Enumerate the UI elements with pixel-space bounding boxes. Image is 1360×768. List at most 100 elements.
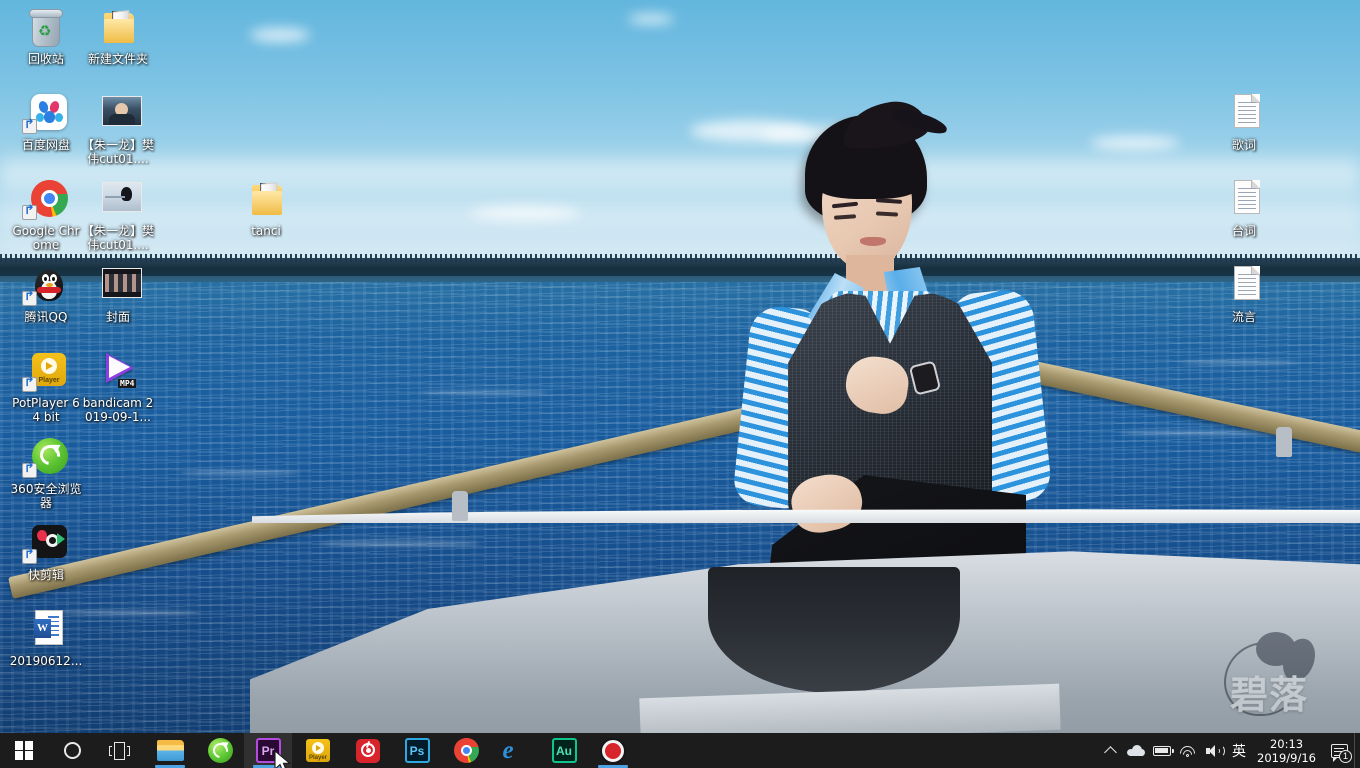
icon-glyph: ♻	[22, 6, 70, 50]
tencent-qq-icon	[34, 265, 64, 303]
folder-icon	[252, 182, 282, 216]
desktop-icon-tencent-qq[interactable]: 腾讯QQ	[8, 264, 84, 324]
folder-icon	[104, 10, 134, 44]
taskbar-button-browser-360[interactable]	[196, 733, 244, 768]
cortana-circle-icon	[63, 742, 81, 759]
360-browser-icon	[32, 438, 68, 474]
desktop-icon-label: 新建文件夹	[87, 52, 148, 66]
taskbar-button-cortana[interactable]	[48, 733, 96, 768]
desktop-icon-label: 20190612...	[9, 654, 83, 668]
chevron-up-icon[interactable]	[1097, 733, 1123, 768]
water-highlight	[420, 390, 550, 395]
icon-glyph	[94, 6, 142, 50]
icon-glyph	[22, 436, 70, 480]
desktop-icon-label: 【朱一龙】樊伟cut01....	[81, 224, 154, 252]
clock-time: 20:13	[1269, 736, 1304, 751]
speaker-icon[interactable]	[1201, 733, 1227, 768]
windows-logo-icon	[14, 741, 34, 760]
cloud-icon[interactable]	[1123, 733, 1149, 768]
desktop-icon-label: Google Chrome	[12, 224, 80, 252]
desktop-icon-label: 360安全浏览器	[10, 482, 82, 510]
cloud-shape	[250, 28, 310, 42]
mp4-video-icon: MP4	[104, 352, 142, 388]
icon-glyph: Player	[22, 350, 70, 394]
text-file-icon	[1234, 94, 1260, 128]
text-file-icon	[1234, 180, 1260, 214]
desktop-icon-label: 回收站	[27, 52, 64, 66]
taskbar-button-start[interactable]	[0, 733, 48, 768]
ime-label: 英	[1232, 743, 1247, 760]
audition-icon: Au	[551, 738, 577, 763]
360-browser-icon	[207, 738, 233, 763]
taskbar-button-task-view[interactable]	[96, 733, 144, 768]
desktop-icon-potplayer[interactable]: Player PotPlayer 64 bit	[8, 350, 84, 424]
shortcut-overlay-icon	[22, 119, 37, 134]
desktop-icon-cover-image[interactable]: 封面	[80, 264, 156, 324]
desktop-icon-video-cut-1[interactable]: 【朱一龙】樊伟cut01....	[80, 92, 156, 166]
shortcut-overlay-icon	[22, 291, 37, 306]
potplayer-icon: Player	[306, 739, 330, 762]
taskbar-button-file-explorer[interactable]	[146, 733, 194, 768]
icon-glyph	[94, 92, 142, 136]
notification-badge: 1	[1339, 750, 1352, 763]
netease-music-icon	[356, 738, 380, 763]
taskbar-button-edge[interactable]: e	[491, 733, 539, 768]
desktop-icon-label: PotPlayer 64 bit	[12, 396, 80, 424]
icon-glyph	[94, 178, 142, 222]
desktop-icon-google-chrome[interactable]: Google Chrome	[8, 178, 84, 252]
desktop-icon-label: 歌词	[1231, 138, 1256, 152]
taskbar-button-netease-music[interactable]	[344, 733, 392, 768]
photoshop-icon: Ps	[404, 738, 430, 763]
desktop-icon-bandicam-video[interactable]: MP4 bandicam 2019-09-1...	[80, 350, 156, 424]
desktop-icon-baidu-netdisk[interactable]: 百度网盘	[8, 92, 84, 152]
watermark-text: 碧落	[1230, 673, 1309, 717]
desktop-icon-browser-360[interactable]: 360安全浏览器	[8, 436, 84, 510]
desktop-icon-label: 流言	[1231, 310, 1256, 324]
desktop-icon-rumor-txt[interactable]: 流言	[1206, 264, 1282, 324]
clock[interactable]: 20:13 2019/9/16	[1251, 737, 1324, 765]
desktop-icon-video-cut-2[interactable]: 【朱一龙】樊伟cut01....	[80, 178, 156, 252]
shortcut-overlay-icon	[22, 549, 37, 564]
wifi-icon[interactable]	[1175, 733, 1201, 768]
icon-glyph	[1220, 92, 1268, 136]
desktop-icon-label: 腾讯QQ	[24, 310, 68, 324]
video-thumbnail-icon	[102, 182, 142, 212]
battery-icon[interactable]	[1149, 733, 1175, 768]
ime-indicator[interactable]: 英	[1227, 733, 1251, 768]
icon-glyph: MP4	[94, 350, 142, 394]
shortcut-overlay-icon	[22, 377, 37, 392]
desktop-wallpaper[interactable]: 碧落	[0, 0, 1360, 733]
action-center-icon[interactable]: 1	[1324, 733, 1354, 768]
system-tray[interactable]: 英 20:13 2019/9/16 1	[1097, 733, 1360, 768]
desktop-icon-new-folder[interactable]: 新建文件夹	[80, 6, 156, 66]
desktop-icon-word-doc[interactable]: W 20190612...	[8, 608, 84, 668]
icon-glyph	[22, 92, 70, 136]
desktop-icon-recycle-bin[interactable]: ♻ 回收站	[8, 6, 84, 66]
desktop-icon-label: bandicam 2019-09-1...	[82, 396, 154, 424]
icon-glyph: W	[22, 608, 70, 652]
edge-icon: e	[502, 737, 514, 764]
icon-glyph	[94, 264, 142, 308]
desktop-icon-tanci-folder[interactable]: tanci	[228, 178, 304, 238]
record-icon	[600, 737, 626, 764]
desktop-icon-label: tanci	[251, 224, 281, 238]
show-desktop-button[interactable]	[1354, 733, 1360, 768]
icon-glyph	[22, 522, 70, 566]
taskbar-button-chrome[interactable]	[442, 733, 490, 768]
desktop-icon-lyrics-txt[interactable]: 歌词	[1206, 92, 1282, 152]
taskbar-button-photoshop[interactable]: Ps	[393, 733, 441, 768]
kuaijianji-icon	[32, 525, 67, 558]
taskbar-button-bandicam[interactable]	[589, 733, 637, 768]
desktop-icon-label: 封面	[105, 310, 130, 324]
desktop-icon-script-txt[interactable]: 台词	[1206, 178, 1282, 238]
folder-icon	[156, 739, 184, 762]
recycle-bin-icon: ♻	[29, 8, 63, 48]
clock-date: 2019/9/16	[1257, 750, 1316, 765]
desktop-icon-label: 台词	[1231, 224, 1256, 238]
icon-glyph	[1220, 264, 1268, 308]
word-document-icon: W	[34, 610, 63, 645]
potplayer-icon: Player	[32, 353, 66, 386]
desktop-icon-kuaijianji[interactable]: 快剪辑	[8, 522, 84, 582]
taskbar-button-audition[interactable]: Au	[540, 733, 588, 768]
taskbar-button-potplayer[interactable]: Player	[294, 733, 342, 768]
